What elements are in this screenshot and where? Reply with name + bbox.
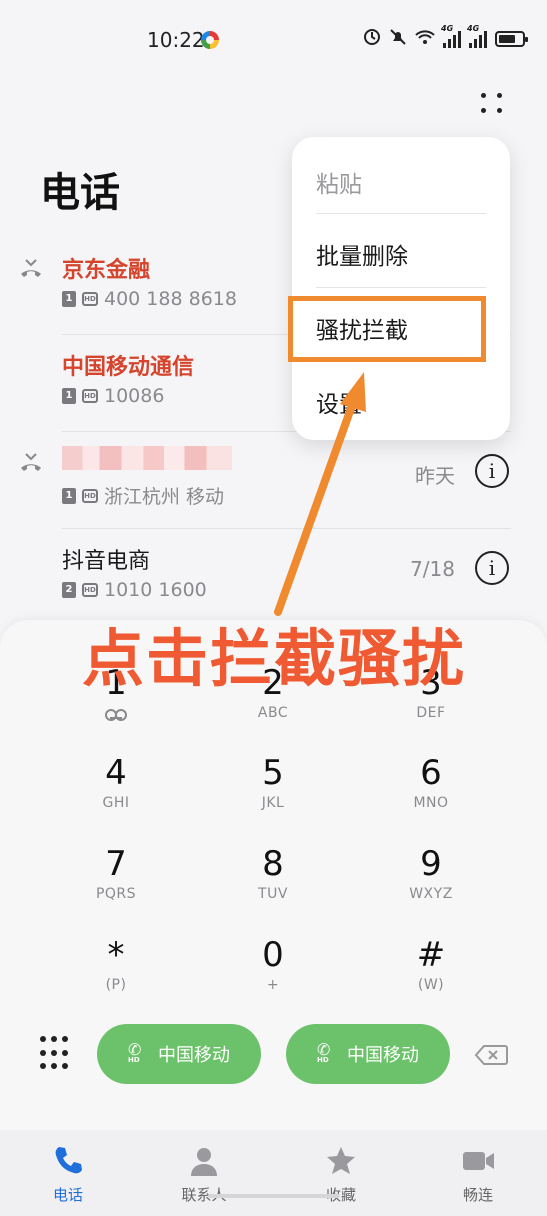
call-sim1-button[interactable]: ✆ HD 中国移动 xyxy=(97,1024,261,1084)
missed-call-icon xyxy=(21,453,41,471)
call-log-row[interactable]: 抖音电商 2 HD 1010 1600 7/18 i xyxy=(0,529,547,626)
dial-key-5[interactable]: 5 JKL xyxy=(213,753,333,811)
signal-sim1-icon: 4G xyxy=(441,24,461,48)
sim-badge: 1 xyxy=(62,487,76,504)
annotation-highlight-box xyxy=(288,296,486,362)
call-details: 1 HD 浙江杭州 移动 xyxy=(62,482,224,509)
phone-sim1-icon: ✆ HD xyxy=(128,1040,142,1065)
bottom-tab-bar: 电话 联系人 收藏 畅连 xyxy=(0,1130,547,1216)
tab-label: 电话 xyxy=(52,1186,83,1204)
hd-badge: HD xyxy=(82,389,98,403)
dial-key-0[interactable]: 0 + xyxy=(213,935,333,993)
blurred-contact-name xyxy=(62,446,232,470)
hd-badge: HD xyxy=(82,488,98,503)
sim-badge: 1 xyxy=(62,291,76,307)
call-details: 1 HD 10086 xyxy=(62,385,164,407)
call-details: 2 HD 1010 1600 xyxy=(62,579,207,601)
carrier-label: 中国移动 xyxy=(158,1045,230,1066)
more-options-button[interactable] xyxy=(478,90,506,118)
dial-key-7[interactable]: 7 PQRS xyxy=(56,844,176,902)
dial-key-9[interactable]: 9 WXYZ xyxy=(371,844,491,902)
wifi-icon xyxy=(415,29,435,49)
hd-badge: HD xyxy=(82,583,98,597)
phone-sim2-icon: ✆ HD xyxy=(317,1040,331,1065)
signal-sim2-icon: 4G xyxy=(467,24,487,48)
sim-badge: 1 xyxy=(62,388,76,404)
menu-divider xyxy=(316,213,486,214)
menu-item-paste[interactable]: 粘贴 xyxy=(316,165,362,199)
phone-number: 10086 xyxy=(104,385,165,407)
missed-call-icon xyxy=(21,259,41,277)
carrier-label: 中国移动 xyxy=(347,1045,419,1066)
more-dots-icon xyxy=(481,93,486,98)
status-icons: 4G 4G xyxy=(363,24,528,50)
battery-icon xyxy=(495,31,528,47)
call-details: 1 HD 400 188 8618 xyxy=(62,288,237,310)
app-notification-icon xyxy=(201,31,219,49)
info-icon[interactable]: i xyxy=(475,454,509,488)
menu-item-settings[interactable]: 设置 xyxy=(316,385,362,419)
star-icon xyxy=(327,1147,355,1174)
tab-phone[interactable]: 电话 xyxy=(28,1144,108,1205)
tab-meetime[interactable]: 畅连 xyxy=(438,1144,518,1205)
dial-key-4[interactable]: 4 GHI xyxy=(56,753,176,811)
phone-number: 400 188 8618 xyxy=(104,288,237,310)
sim-badge: 2 xyxy=(62,582,76,598)
hd-badge: HD xyxy=(82,292,98,306)
call-date: 7/18 xyxy=(410,557,455,581)
page-title: 电话 xyxy=(40,170,120,216)
menu-item-batch-delete[interactable]: 批量删除 xyxy=(316,237,408,271)
home-indicator xyxy=(208,1194,340,1198)
overflow-menu: 粘贴 批量删除 骚扰拦截 设置 xyxy=(292,137,510,440)
dial-key-6[interactable]: 6 MNO xyxy=(371,753,491,811)
phone-icon xyxy=(55,1147,82,1174)
contacts-icon xyxy=(191,1148,217,1176)
tab-label: 畅连 xyxy=(462,1186,493,1204)
contact-name: 抖音电商 xyxy=(62,549,151,574)
video-call-icon xyxy=(463,1152,494,1170)
call-log-row[interactable]: 1 HD 浙江杭州 移动 昨天 i xyxy=(0,432,547,529)
call-location: 浙江杭州 移动 xyxy=(104,486,225,508)
data-saver-icon xyxy=(363,28,381,50)
annotation-text: 点击拦截骚扰 xyxy=(82,622,467,695)
phone-number: 1010 1600 xyxy=(104,579,207,601)
dial-key-8[interactable]: 8 TUV xyxy=(213,844,333,902)
contact-name: 中国移动通信 xyxy=(62,355,195,380)
call-sim2-button[interactable]: ✆ HD 中国移动 xyxy=(286,1024,450,1084)
voicemail-icon xyxy=(105,709,127,721)
info-icon[interactable]: i xyxy=(475,551,509,585)
call-date: 昨天 xyxy=(415,464,455,488)
backspace-icon[interactable] xyxy=(474,1044,508,1066)
dial-key-hash[interactable]: # (W) xyxy=(371,935,491,993)
mute-bell-icon xyxy=(389,28,407,50)
contact-name: 京东金融 xyxy=(62,258,151,283)
dial-key-star[interactable]: * (P) xyxy=(56,935,176,993)
status-bar: 10:22 4G 4G xyxy=(0,0,547,80)
toggle-dialpad-button[interactable] xyxy=(40,1036,68,1072)
status-time: 10:22 xyxy=(147,28,205,52)
menu-divider xyxy=(316,287,486,288)
